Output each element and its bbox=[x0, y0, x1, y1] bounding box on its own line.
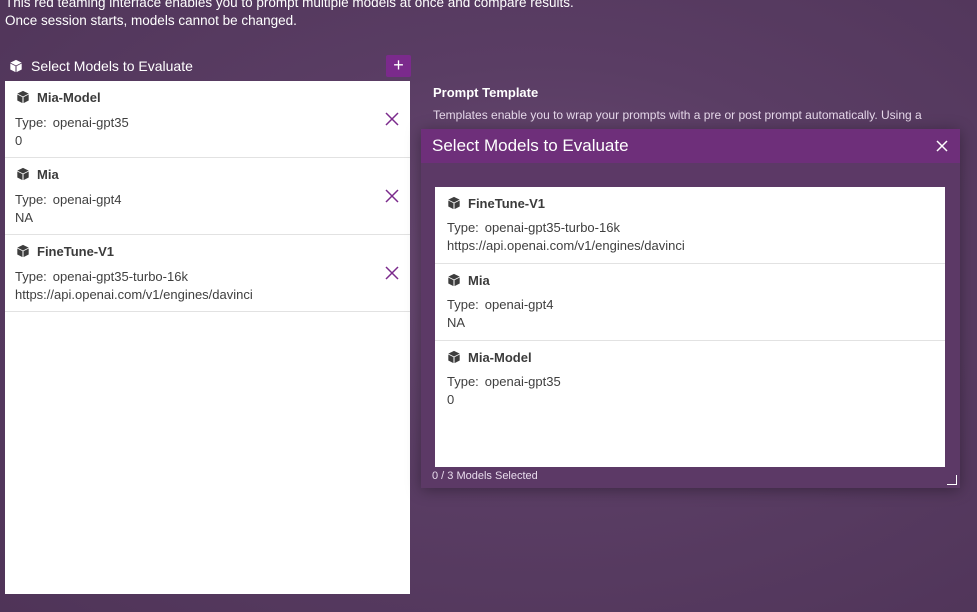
list-item[interactable]: FineTune-V1 Type: openai-gpt35-turbo-16k … bbox=[435, 187, 945, 264]
list-item: Mia Type: openai-gpt4 NA bbox=[5, 158, 410, 235]
models-panel-title: Select Models to Evaluate bbox=[31, 58, 193, 74]
selected-count: 0 / 3 Models Selected bbox=[432, 470, 538, 482]
model-name: Mia-Model bbox=[37, 90, 101, 105]
close-icon[interactable] bbox=[384, 265, 400, 281]
model-type: Type: openai-gpt35-turbo-16k bbox=[447, 220, 620, 235]
cube-icon bbox=[447, 196, 461, 215]
type-value: openai-gpt35 bbox=[52, 115, 129, 130]
add-model-button[interactable]: + bbox=[386, 55, 411, 77]
model-name: Mia bbox=[468, 273, 490, 288]
model-extra: https://api.openai.com/v1/engines/davinc… bbox=[447, 238, 685, 253]
type-label: Type: bbox=[447, 374, 479, 389]
cube-icon bbox=[16, 90, 30, 109]
model-extra: https://api.openai.com/v1/engines/davinc… bbox=[15, 287, 253, 302]
cube-icon bbox=[9, 59, 23, 78]
model-type: Type: openai-gpt4 bbox=[447, 297, 553, 312]
close-icon[interactable] bbox=[384, 111, 400, 127]
intro-text: This red teaming interface enables you t… bbox=[5, 0, 574, 29]
type-value: openai-gpt4 bbox=[52, 192, 122, 207]
model-name: Mia-Model bbox=[468, 350, 532, 365]
model-name: FineTune-V1 bbox=[468, 196, 546, 211]
modal-header: Select Models to Evaluate bbox=[421, 129, 960, 163]
models-panel-header: Select Models to Evaluate + bbox=[9, 55, 413, 78]
type-label: Type: bbox=[447, 297, 479, 312]
cube-icon bbox=[16, 244, 30, 263]
modal-title: Select Models to Evaluate bbox=[432, 136, 629, 155]
close-icon[interactable] bbox=[384, 188, 400, 204]
type-value: openai-gpt4 bbox=[484, 297, 554, 312]
intro-line-1: This red teaming interface enables you t… bbox=[5, 0, 574, 10]
model-extra: NA bbox=[15, 210, 34, 225]
type-label: Type: bbox=[15, 115, 47, 130]
model-type: Type: openai-gpt4 bbox=[15, 192, 121, 207]
prompt-template-description: Templates enable you to wrap your prompt… bbox=[433, 108, 922, 122]
resize-handle[interactable] bbox=[947, 475, 957, 485]
type-value: openai-gpt35 bbox=[484, 374, 561, 389]
model-extra: 0 bbox=[15, 133, 23, 148]
prompt-template-title: Prompt Template bbox=[433, 85, 539, 100]
model-extra: NA bbox=[447, 315, 466, 330]
cube-icon bbox=[16, 167, 30, 186]
intro-line-2: Once session starts, models cannot be ch… bbox=[5, 12, 297, 28]
close-icon[interactable] bbox=[934, 138, 950, 154]
type-value: openai-gpt35-turbo-16k bbox=[52, 269, 188, 284]
cube-icon bbox=[447, 273, 461, 292]
model-type: Type: openai-gpt35 bbox=[447, 374, 561, 389]
model-name: FineTune-V1 bbox=[37, 244, 115, 259]
type-label: Type: bbox=[15, 269, 47, 284]
selected-models-list: Mia-Model Type: openai-gpt35 0 Mia Type: o… bbox=[5, 81, 410, 594]
model-name: Mia bbox=[37, 167, 59, 182]
select-models-modal: Select Models to Evaluate FineTune-V1 Ty… bbox=[421, 129, 960, 488]
list-item: Mia-Model Type: openai-gpt35 0 bbox=[5, 81, 410, 158]
type-value: openai-gpt35-turbo-16k bbox=[484, 220, 620, 235]
model-extra: 0 bbox=[447, 392, 455, 407]
type-label: Type: bbox=[15, 192, 47, 207]
model-type: Type: openai-gpt35 bbox=[15, 115, 129, 130]
list-item[interactable]: Mia Type: openai-gpt4 NA bbox=[435, 264, 945, 341]
type-label: Type: bbox=[447, 220, 479, 235]
list-item[interactable]: Mia-Model Type: openai-gpt35 0 bbox=[435, 341, 945, 417]
model-type: Type: openai-gpt35-turbo-16k bbox=[15, 269, 188, 284]
cube-icon bbox=[447, 350, 461, 369]
list-item: FineTune-V1 Type: openai-gpt35-turbo-16k … bbox=[5, 235, 410, 312]
available-models-list: FineTune-V1 Type: openai-gpt35-turbo-16k … bbox=[435, 187, 945, 467]
